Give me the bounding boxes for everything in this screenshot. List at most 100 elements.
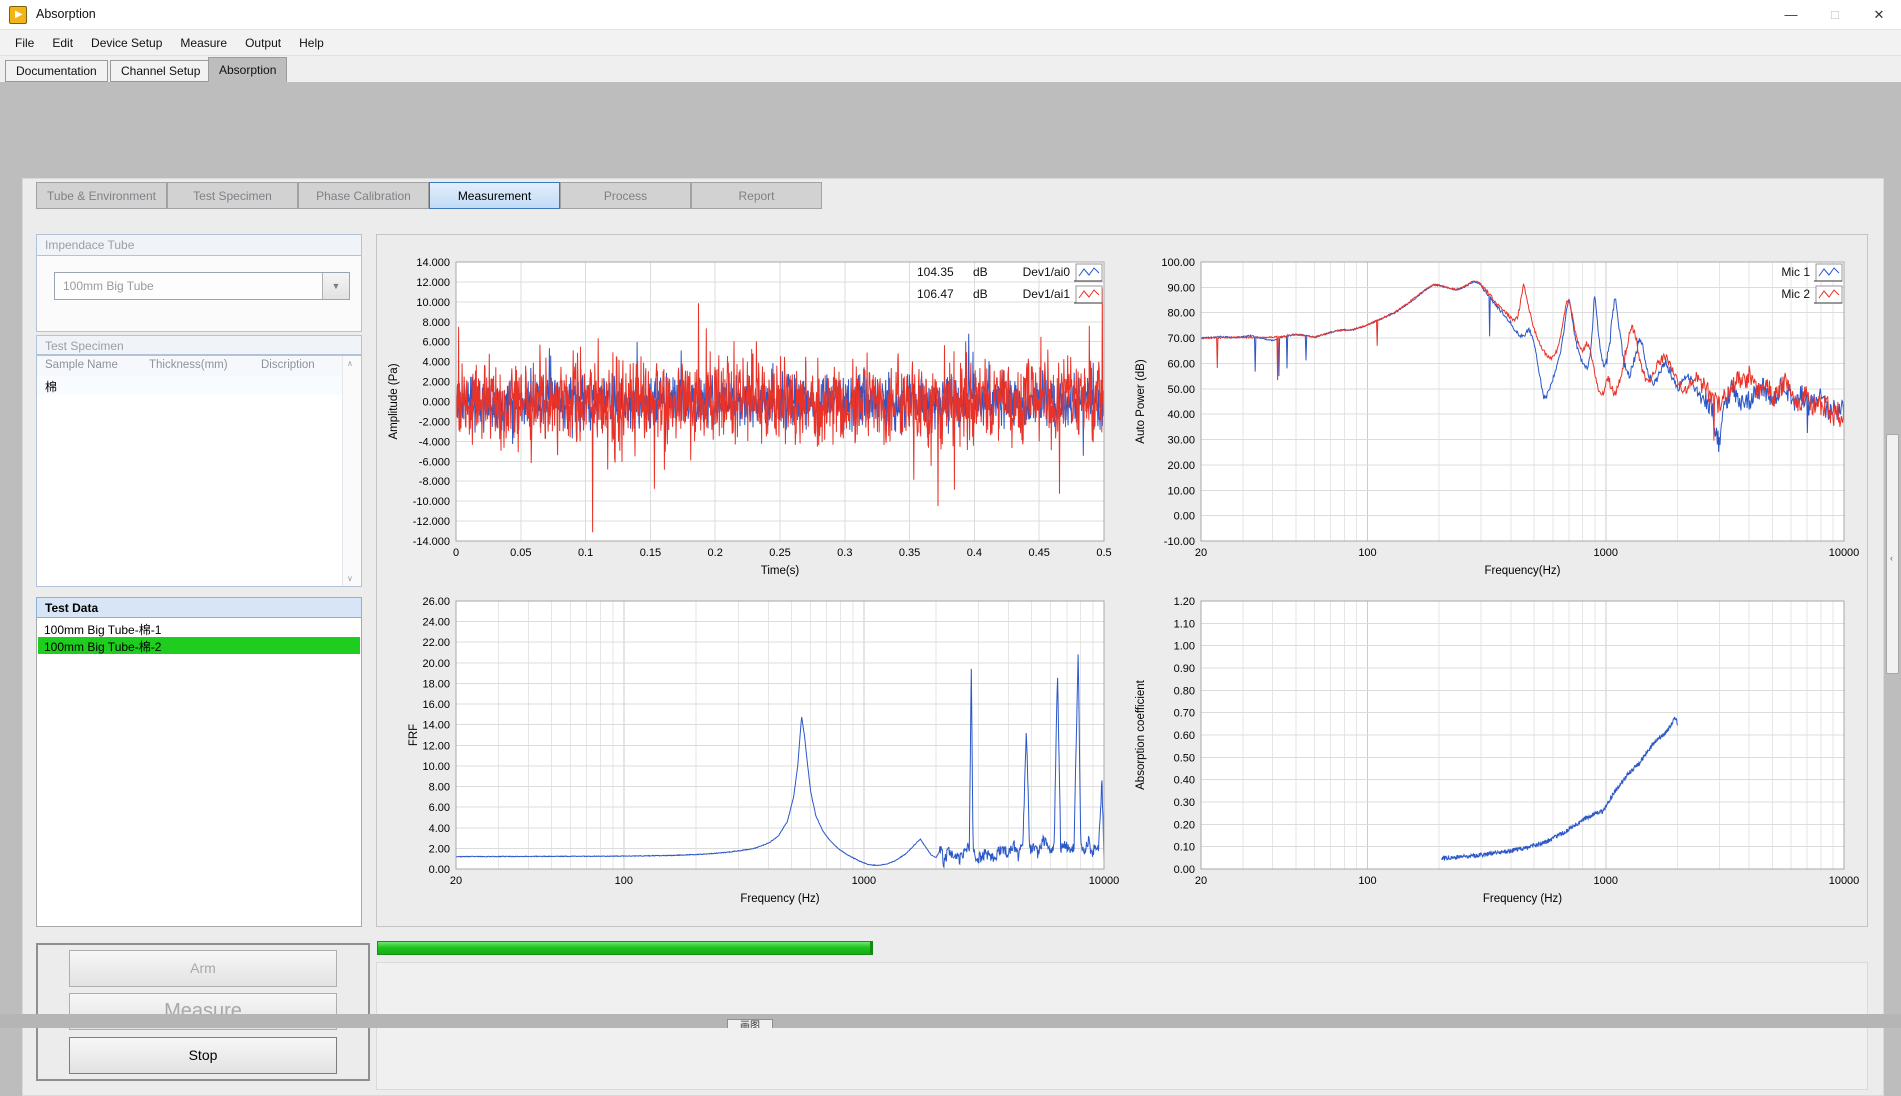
collapse-arrow-icon[interactable]: ‹	[1890, 553, 1893, 563]
svg-text:14.00: 14.00	[422, 720, 450, 732]
svg-text:0.5: 0.5	[1096, 547, 1111, 559]
svg-text:4.000: 4.000	[422, 357, 450, 369]
test-data-header: Test Data	[36, 597, 362, 618]
svg-text:20: 20	[450, 875, 462, 887]
svg-text:10.00: 10.00	[1167, 485, 1195, 497]
svg-text:-4.000: -4.000	[419, 436, 450, 448]
svg-text:2.000: 2.000	[422, 377, 450, 389]
svg-text:10.00: 10.00	[422, 761, 450, 773]
svg-text:Mic 1: Mic 1	[1781, 265, 1810, 279]
svg-text:10.000: 10.000	[416, 297, 450, 309]
menu-device-setup[interactable]: Device Setup	[82, 32, 171, 54]
tube-select[interactable]: 100mm Big Tube ▼	[54, 272, 350, 300]
svg-text:100: 100	[1358, 875, 1376, 887]
legend-plot-icon	[1074, 264, 1102, 281]
list-item-selected[interactable]: 100mm Big Tube-棉-2	[38, 637, 360, 654]
cell-discription	[253, 376, 343, 395]
svg-text:0.10: 0.10	[1174, 842, 1195, 854]
stop-button[interactable]: Stop	[69, 1037, 337, 1074]
svg-text:0.60: 0.60	[1174, 730, 1195, 742]
menu-output[interactable]: Output	[236, 32, 290, 54]
svg-text:90.00: 90.00	[1167, 282, 1195, 294]
arm-button: Arm	[69, 950, 337, 987]
tab-documentation[interactable]: Documentation	[5, 60, 108, 82]
test-specimen-header: Test Specimen	[36, 335, 362, 355]
table-row[interactable]: 棉	[37, 376, 343, 395]
svg-text:40.00: 40.00	[1167, 409, 1195, 421]
svg-text:0.05: 0.05	[510, 547, 531, 559]
frf-chart: 26.0024.0022.0020.0018.0016.0014.0012.00…	[408, 596, 1119, 905]
tab-channel-setup[interactable]: Channel Setup	[110, 60, 211, 82]
time_waveform-chart: 14.00012.00010.0008.0006.0004.0002.0000.…	[388, 257, 1112, 577]
bottom-cut-tab[interactable]: 画图	[727, 1019, 773, 1028]
svg-text:0.35: 0.35	[899, 547, 920, 559]
svg-text:dB: dB	[973, 287, 988, 301]
subtab-measurement[interactable]: Measurement	[429, 182, 560, 209]
svg-text:1000: 1000	[1594, 875, 1618, 887]
svg-text:0.00: 0.00	[1174, 864, 1195, 876]
svg-text:20: 20	[1195, 875, 1207, 887]
svg-text:12.000: 12.000	[416, 277, 450, 289]
subtab-report[interactable]: Report	[691, 182, 822, 209]
scroll-up-icon[interactable]: ∧	[347, 359, 353, 368]
menu-bar: File Edit Device Setup Measure Output He…	[0, 30, 1901, 56]
svg-text:100.00: 100.00	[1161, 257, 1195, 269]
col-discription[interactable]: Discription	[253, 356, 343, 376]
svg-text:0.80: 0.80	[1174, 685, 1195, 697]
svg-text:1.00: 1.00	[1174, 641, 1195, 653]
legend-plot-icon	[1814, 286, 1842, 303]
col-thickness[interactable]: Thickness(mm)	[141, 356, 253, 376]
test-data-list: 100mm Big Tube-棉-1 100mm Big Tube-棉-2	[36, 617, 362, 927]
vertical-scrollbar-thumb[interactable]: ‹	[1886, 434, 1899, 674]
svg-text:Mic 2: Mic 2	[1781, 287, 1810, 301]
svg-text:24.00: 24.00	[422, 617, 450, 629]
impedance-tube-header: Impendace Tube	[36, 234, 362, 256]
svg-text:Frequency (Hz): Frequency (Hz)	[740, 893, 819, 905]
svg-text:0.000: 0.000	[422, 397, 450, 409]
list-item[interactable]: 100mm Big Tube-棉-1	[38, 620, 360, 637]
svg-text:4.00: 4.00	[429, 823, 450, 835]
menu-edit[interactable]: Edit	[43, 32, 82, 54]
svg-text:Absorption coefficient: Absorption coefficient	[1135, 679, 1147, 790]
svg-text:106.47: 106.47	[917, 287, 954, 301]
svg-text:Dev1/ai0: Dev1/ai0	[1023, 265, 1071, 279]
specimen-table-scrollbar[interactable]: ∧ ∨	[342, 356, 361, 586]
svg-text:FRF: FRF	[408, 724, 420, 746]
svg-text:6.00: 6.00	[429, 802, 450, 814]
svg-text:dB: dB	[973, 265, 988, 279]
subtab-process[interactable]: Process	[560, 182, 691, 209]
progress-bar	[377, 941, 873, 955]
svg-text:-8.000: -8.000	[419, 476, 450, 488]
menu-measure[interactable]: Measure	[171, 32, 236, 54]
close-button[interactable]: ✕	[1857, 0, 1901, 30]
scroll-down-icon[interactable]: ∨	[347, 574, 353, 583]
subtab-test-specimen[interactable]: Test Specimen	[167, 182, 298, 209]
svg-text:26.00: 26.00	[422, 596, 450, 608]
bottom-strip	[0, 1014, 1901, 1028]
window-title: Absorption	[36, 7, 96, 21]
svg-text:Dev1/ai1: Dev1/ai1	[1023, 287, 1071, 301]
svg-text:60.00: 60.00	[1167, 359, 1195, 371]
subtab-tube-environment[interactable]: Tube & Environment	[36, 182, 167, 209]
menu-file[interactable]: File	[6, 32, 43, 54]
chevron-down-icon[interactable]: ▼	[322, 273, 349, 299]
menu-help[interactable]: Help	[290, 32, 333, 54]
tab-absorption[interactable]: Absorption	[208, 57, 287, 82]
svg-text:100: 100	[1358, 547, 1376, 559]
svg-text:0.40: 0.40	[1174, 775, 1195, 787]
svg-text:-2.000: -2.000	[419, 416, 450, 428]
svg-text:8.000: 8.000	[422, 317, 450, 329]
svg-text:104.35: 104.35	[917, 265, 954, 279]
minimize-button[interactable]: —	[1769, 0, 1813, 30]
svg-text:0.90: 0.90	[1174, 663, 1195, 675]
svg-text:0.00: 0.00	[1174, 511, 1195, 523]
tube-select-value: 100mm Big Tube	[63, 279, 154, 293]
svg-text:22.00: 22.00	[422, 637, 450, 649]
svg-text:1.10: 1.10	[1174, 618, 1195, 630]
col-sample-name[interactable]: Sample Name	[37, 356, 141, 376]
subtab-phase-calibration[interactable]: Phase Calibration	[298, 182, 429, 209]
tab-content-area: Tube & Environment Test Specimen Phase C…	[0, 82, 1901, 1028]
svg-text:10000: 10000	[1829, 875, 1860, 887]
cell-thickness	[141, 376, 253, 395]
primary-tab-strip: Documentation Channel Setup Absorption	[0, 56, 1901, 82]
